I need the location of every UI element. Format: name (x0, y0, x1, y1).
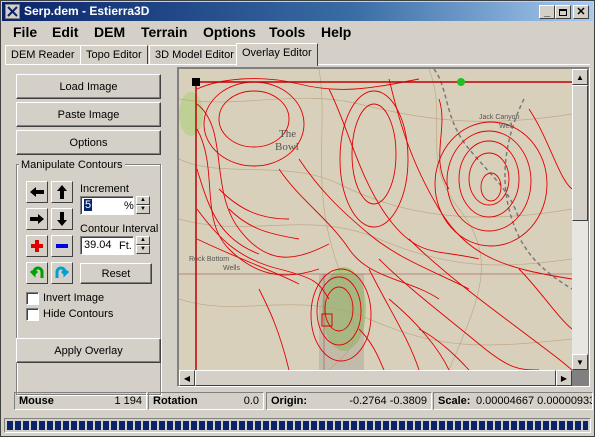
move-down-button[interactable] (51, 208, 73, 230)
spin-up-icon[interactable]: ▲ (136, 236, 150, 245)
arrow-right-icon (30, 214, 44, 224)
close-icon: ✕ (576, 5, 586, 18)
contour-interval-unit: Ft. (119, 240, 132, 252)
increment-label: Increment (80, 183, 129, 195)
interval-spinner[interactable]: ▲ ▼ (136, 236, 150, 255)
scroll-right-icon[interactable]: ▶ (556, 370, 572, 386)
app-window: Serp.dem - Estierra3D _ ✕ File Edit DEM … (0, 0, 595, 437)
rotation-label: Rotation (153, 395, 198, 407)
menu-options[interactable]: Options (203, 24, 256, 40)
menu-help[interactable]: Help (321, 24, 351, 40)
scale-value: 0.00004667 0.00000933 (476, 395, 593, 407)
increment-unit: % (124, 200, 134, 212)
contour-interval-label: Contour Interval (80, 223, 159, 235)
overlay-controls: Load Image Paste Image Options Manipulat… (11, 67, 171, 395)
increment-spinner[interactable]: ▲ ▼ (136, 196, 150, 215)
mouse-value: 1 194 (114, 395, 142, 407)
status-scale: Scale: 0.00004667 0.00000933 (433, 392, 593, 410)
vertical-scroll-thumb[interactable] (572, 85, 588, 221)
move-right-button[interactable] (26, 208, 48, 230)
rotation-handle[interactable] (457, 78, 465, 86)
maximize-icon (559, 8, 567, 16)
origin-value: -0.2764 -0.3809 (349, 395, 427, 407)
invert-image-label: Invert Image (43, 292, 105, 304)
arrow-up-icon (57, 185, 67, 199)
load-image-button[interactable]: Load Image (16, 74, 161, 99)
window-title: Serp.dem - Estierra3D (24, 4, 150, 18)
hide-contours-label: Hide Contours (43, 308, 114, 320)
scroll-left-icon[interactable]: ◀ (179, 370, 195, 386)
status-bar: Mouse 1 194 Rotation 0.0 Origin: -0.2764… (2, 390, 593, 412)
apply-overlay-button[interactable]: Apply Overlay (16, 338, 161, 363)
menu-file[interactable]: File (13, 24, 37, 40)
status-rotation: Rotation 0.0 (148, 392, 264, 410)
shrink-button[interactable] (51, 235, 73, 257)
group-title: Manipulate Contours (19, 159, 125, 171)
map-label-well: Well (499, 123, 513, 130)
map-label-wells: Wells (223, 265, 240, 272)
tab-3d-model-editor[interactable]: 3D Model Editor (149, 45, 240, 65)
minimize-button[interactable]: _ (539, 5, 555, 19)
horizontal-scrollbar[interactable]: ◀ ▶ (179, 370, 572, 386)
overlay-map-canvas[interactable]: The Bowl Rock Bottom Wells Jack Canyon W… (179, 69, 572, 370)
maximize-button[interactable] (555, 5, 571, 19)
move-up-button[interactable] (51, 181, 73, 203)
rotate-left-icon (29, 266, 44, 278)
title-bar[interactable]: Serp.dem - Estierra3D _ ✕ (2, 2, 593, 21)
reset-button[interactable]: Reset (80, 263, 152, 284)
invert-image-checkbox[interactable] (26, 292, 39, 305)
arrow-down-icon (57, 212, 67, 226)
map-label-the: The (279, 128, 296, 140)
move-left-button[interactable] (26, 181, 48, 203)
menu-edit[interactable]: Edit (52, 24, 78, 40)
scale-label: Scale: (438, 395, 471, 407)
menu-dem[interactable]: DEM (94, 24, 125, 40)
progress-bar (4, 418, 591, 433)
progress-fill (7, 421, 588, 430)
origin-label: Origin: (271, 395, 308, 407)
tab-strip: DEM Reader Topo Editor 3D Model Editor O… (5, 43, 591, 66)
minus-icon (56, 244, 68, 248)
rotate-right-button[interactable] (51, 262, 73, 284)
options-button[interactable]: Options (16, 130, 161, 155)
tab-overlay-editor[interactable]: Overlay Editor (236, 43, 318, 66)
menu-tools[interactable]: Tools (269, 24, 305, 40)
rotate-right-icon (55, 266, 70, 278)
scroll-up-icon[interactable]: ▲ (572, 69, 588, 85)
menu-bar: File Edit DEM Terrain Options Tools Help (2, 22, 593, 42)
status-mouse: Mouse 1 194 (14, 392, 147, 410)
contour-interval-value: 39.04 (84, 239, 112, 251)
status-origin: Origin: -0.2764 -0.3809 (266, 392, 432, 410)
horizontal-scroll-thumb[interactable] (195, 370, 556, 386)
arrow-left-icon (30, 187, 44, 197)
paste-image-button[interactable]: Paste Image (16, 102, 161, 127)
tab-topo-editor[interactable]: Topo Editor (80, 45, 148, 65)
map-label-bowl: Bowl (275, 141, 299, 153)
plus-icon (31, 240, 43, 252)
enlarge-button[interactable] (26, 235, 48, 257)
mouse-label: Mouse (19, 395, 54, 407)
menu-terrain[interactable]: Terrain (141, 24, 187, 40)
tab-dem-reader[interactable]: DEM Reader (5, 45, 81, 65)
map-label-jack-canyon: Jack Canyon (479, 114, 520, 121)
corner-handle[interactable] (192, 78, 200, 86)
hide-contours-checkbox[interactable] (26, 308, 39, 321)
rotate-left-button[interactable] (26, 262, 48, 284)
spin-up-icon[interactable]: ▲ (136, 196, 150, 205)
close-button[interactable]: ✕ (573, 5, 589, 19)
spin-down-icon[interactable]: ▼ (136, 205, 150, 214)
topo-overlay: The Bowl Rock Bottom Wells Jack Canyon W… (179, 69, 572, 370)
scroll-down-icon[interactable]: ▼ (572, 354, 588, 370)
map-label-rock-bottom: Rock Bottom (189, 256, 229, 263)
spin-down-icon[interactable]: ▼ (136, 245, 150, 254)
increment-value: 5 (84, 199, 93, 211)
vertical-scrollbar[interactable]: ▲ ▼ (572, 69, 588, 370)
rotation-value: 0.0 (243, 395, 259, 407)
app-icon (5, 4, 20, 19)
minimize-icon: _ (543, 5, 551, 18)
